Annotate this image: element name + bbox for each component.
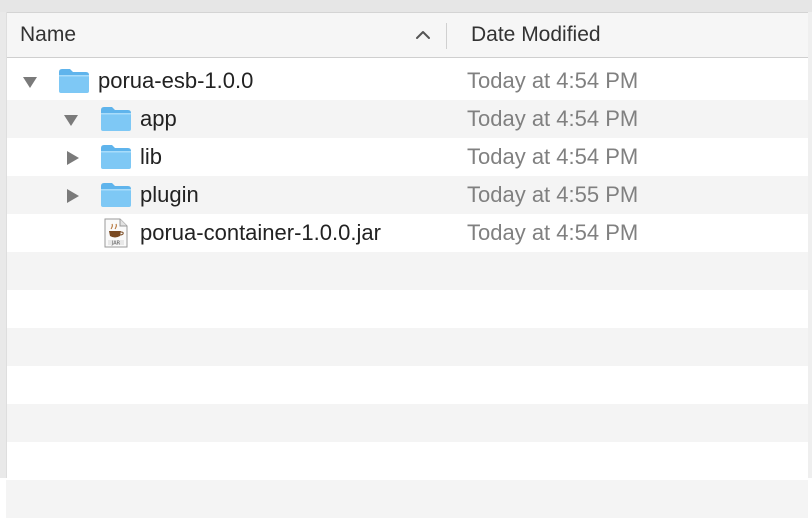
- disclosure-triangle-right-icon[interactable]: [65, 188, 81, 204]
- column-header-name-label: Name: [20, 23, 77, 46]
- jar-file-icon: JAR: [104, 218, 128, 248]
- empty-row: [6, 252, 808, 290]
- file-list: porua-esb-1.0.0 Today at 4:54 PM app Tod…: [6, 62, 808, 518]
- folder-icon: [101, 145, 131, 169]
- item-date: Today at 4:54 PM: [467, 220, 639, 245]
- disclosure-triangle-right-icon[interactable]: [65, 150, 81, 166]
- list-item-app[interactable]: app Today at 4:54 PM: [6, 100, 808, 138]
- empty-row: [6, 366, 808, 404]
- disclosure-triangle-down-icon[interactable]: [63, 112, 79, 128]
- column-header-date-label: Date Modified: [471, 23, 601, 46]
- item-date: Today at 4:54 PM: [467, 106, 639, 131]
- list-item-porua-container-jar[interactable]: JAR porua-container-1.0.0.jar Today at 4…: [6, 214, 808, 252]
- empty-row: [6, 290, 808, 328]
- folder-icon: [101, 107, 131, 131]
- svg-text:JAR: JAR: [111, 241, 121, 247]
- folder-icon: [59, 69, 89, 93]
- folder-icon: [101, 183, 131, 207]
- item-name: plugin: [140, 182, 199, 207]
- window-left-edge: [0, 12, 7, 478]
- item-date: Today at 4:54 PM: [467, 144, 639, 169]
- column-header-name[interactable]: Name: [6, 13, 446, 57]
- item-name: app: [140, 106, 177, 131]
- list-item-lib[interactable]: lib Today at 4:54 PM: [6, 138, 808, 176]
- item-name: porua-esb-1.0.0: [98, 68, 254, 93]
- empty-row: [6, 404, 808, 442]
- empty-row: [6, 442, 808, 480]
- item-name: lib: [140, 144, 163, 169]
- column-header-date-modified[interactable]: Date Modified: [447, 13, 808, 57]
- list-item-porua-esb[interactable]: porua-esb-1.0.0 Today at 4:54 PM: [6, 62, 808, 100]
- item-name: porua-container-1.0.0.jar: [140, 220, 381, 245]
- list-item-plugin[interactable]: plugin Today at 4:55 PM: [6, 176, 808, 214]
- window-right-edge: [808, 12, 812, 478]
- window-top-edge: [0, 0, 812, 13]
- disclosure-triangle-down-icon[interactable]: [22, 74, 38, 90]
- empty-row: [6, 480, 808, 518]
- item-date: Today at 4:54 PM: [467, 68, 639, 93]
- empty-row: [6, 328, 808, 366]
- column-header: Name Date Modified: [6, 13, 808, 58]
- item-date: Today at 4:55 PM: [467, 182, 639, 207]
- chevron-up-icon[interactable]: [415, 30, 431, 40]
